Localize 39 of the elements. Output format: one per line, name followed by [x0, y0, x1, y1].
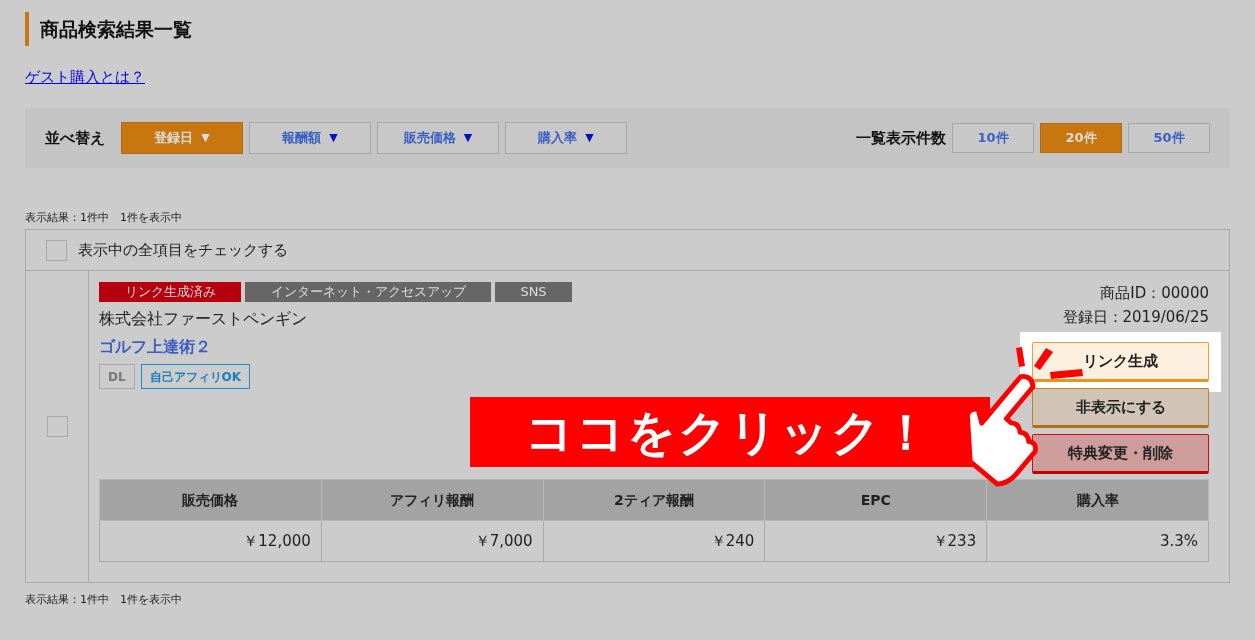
sort-label: 並べ替え: [45, 127, 105, 149]
product-id: 商品ID：00000: [1100, 283, 1209, 304]
registered-date: 登録日：2019/06/25: [1062, 307, 1209, 328]
page-title: 商品検索結果一覧: [40, 16, 192, 42]
table-cell: ￥12,000: [99, 520, 322, 562]
table-cell: ￥7,000: [321, 520, 544, 562]
checkbox[interactable]: [46, 239, 67, 261]
action-button[interactable]: 特典変更・削除: [1032, 434, 1209, 474]
feature-badge: DL: [99, 364, 135, 389]
sort-button[interactable]: 購入率 ▼: [505, 122, 627, 154]
company-name: 株式会社ファーストペンギン: [99, 308, 308, 330]
action-button[interactable]: リンク生成: [1032, 342, 1209, 382]
product-name-link[interactable]: ゴルフ上達術２: [99, 337, 211, 356]
select-all-label: 表示中の全項目をチェックする: [78, 239, 288, 261]
sort-button[interactable]: 報酬額 ▼: [249, 122, 371, 154]
per-page-label: 一覧表示件数: [856, 127, 946, 149]
feature-badge: 自己アフィリOK: [140, 364, 251, 389]
category-tag: SNS: [495, 282, 572, 302]
table-header-cell: EPC: [764, 479, 987, 521]
table-header-cell: 販売価格: [99, 479, 322, 521]
checkbox[interactable]: [46, 416, 68, 437]
result-summary: 表示結果：1件中 1件を表示中: [25, 592, 183, 608]
burst-lines-icon: [1016, 347, 1083, 379]
click-here-banner: ココをクリック！: [470, 397, 990, 467]
table-cell: ￥240: [543, 520, 765, 562]
per-page-button[interactable]: 10件: [952, 123, 1034, 153]
category-tag: リンク生成済み: [99, 282, 241, 302]
table-header-cell: アフィリ報酬: [321, 479, 544, 521]
guest-purchase-link[interactable]: ゲスト購入とは？: [25, 68, 145, 86]
category-tag: インターネット・アクセスアップ: [245, 282, 491, 302]
sort-button[interactable]: 販売価格 ▼: [377, 122, 499, 154]
table-header-cell: 2ティア報酬: [543, 479, 765, 521]
action-button[interactable]: 非表示にする: [1032, 388, 1209, 428]
title-accent-bar: [25, 12, 29, 46]
table-cell: ￥233: [764, 520, 987, 562]
table-cell: 3.3%: [986, 520, 1209, 562]
per-page-button[interactable]: 50件: [1128, 123, 1210, 153]
table-header-cell: 購入率: [986, 479, 1209, 521]
result-summary: 表示結果：1件中 1件を表示中: [25, 210, 183, 226]
